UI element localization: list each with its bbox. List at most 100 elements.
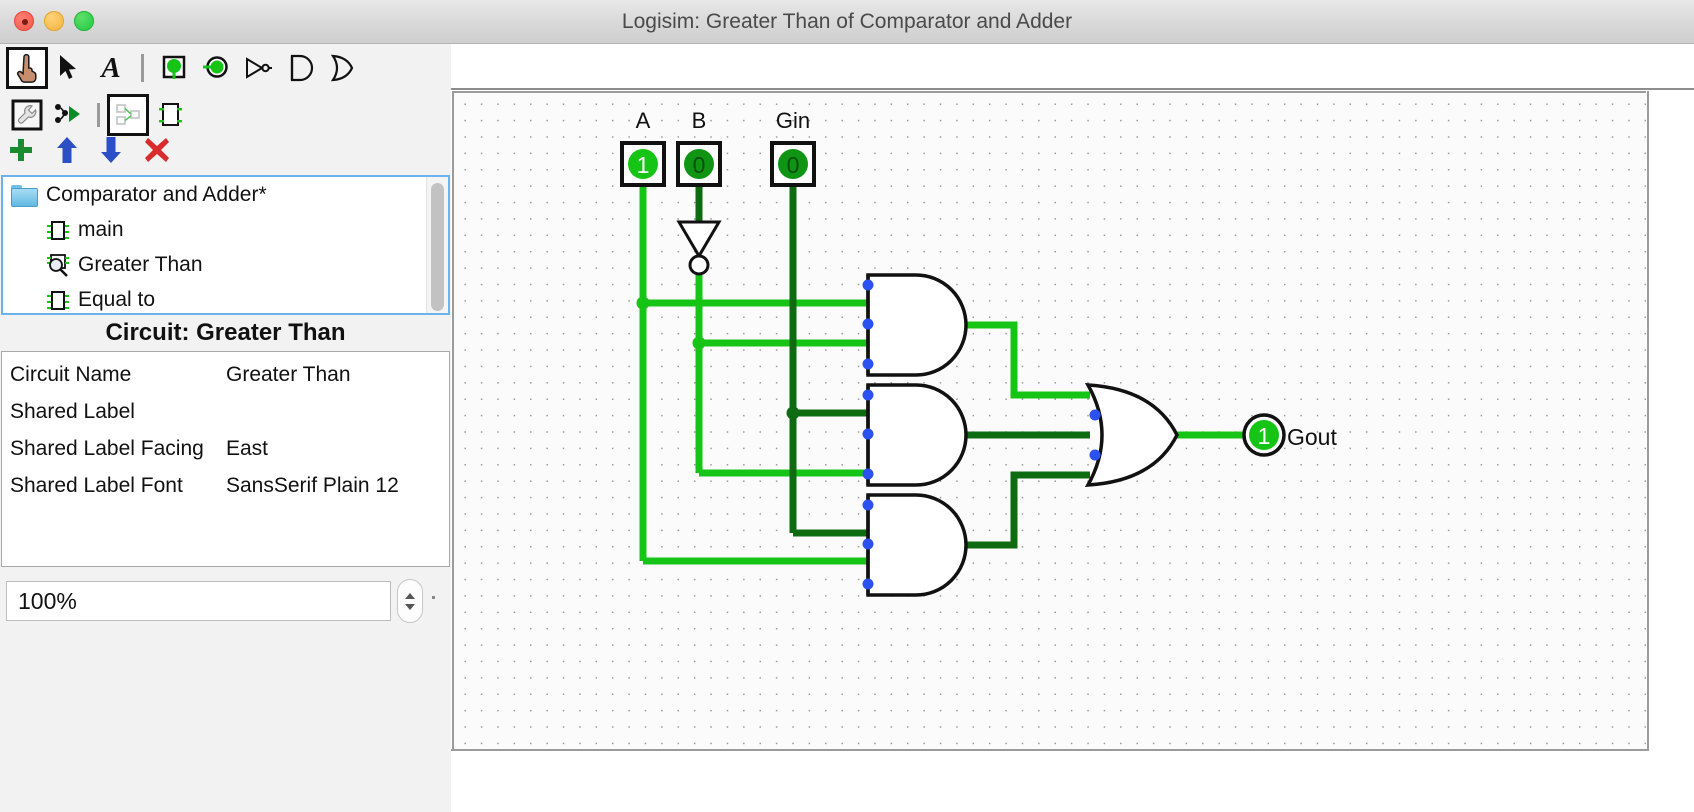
not-gate-icon	[246, 57, 272, 79]
window-titlebar: Logisim: Greater Than of Comparator and …	[0, 0, 1694, 44]
unconnected-input-dots	[1089, 409, 1101, 461]
wire-gin[interactable]	[789, 186, 868, 537]
arrow-up-icon	[57, 137, 77, 163]
toolbar-separator	[141, 54, 144, 82]
property-row[interactable]: Shared Label Font SansSerif Plain 12	[2, 467, 449, 504]
simulate-tool[interactable]	[48, 94, 90, 136]
property-row[interactable]: Shared Label Facing East	[2, 430, 449, 467]
not-gate-tool[interactable]	[237, 47, 279, 89]
property-value[interactable]: SansSerif Plain 12	[226, 474, 399, 498]
logisim-window: Logisim: Greater Than of Comparator and …	[0, 0, 1694, 812]
arrow-cursor-icon	[60, 55, 76, 79]
output-pin-tool[interactable]	[195, 47, 237, 89]
edit-tool[interactable]	[6, 94, 48, 136]
wire-and-bot-out[interactable]	[963, 471, 1090, 549]
circuit-canvas-panel: 1 A 0 B 0 Gin 1 Gout	[451, 90, 1694, 812]
move-down-button[interactable]	[100, 136, 122, 169]
and-gate-tool[interactable]	[279, 47, 321, 89]
circuit-icon	[47, 288, 69, 312]
or-gate-tool[interactable]	[321, 47, 363, 89]
input-pin-b[interactable]: 0	[676, 141, 722, 187]
pin-value-gin: 0	[787, 152, 800, 178]
circuit-icon	[47, 218, 69, 242]
canvas-bottom-border	[451, 749, 1649, 751]
explorer-scrollbar-thumb[interactable]	[431, 183, 444, 311]
property-value[interactable]: East	[226, 437, 268, 461]
toolbar-row-actions	[8, 136, 170, 169]
delete-x-icon	[145, 138, 169, 162]
zoom-input[interactable]: 100%	[6, 581, 391, 621]
pin-label-b: B	[692, 108, 707, 133]
window-title: Logisim: Greater Than of Comparator and …	[621, 10, 1073, 33]
tree-item-label: Equal to	[78, 287, 156, 311]
pin-label-gin: Gin	[776, 108, 810, 133]
tree-item-greater-than[interactable]: Greater Than	[3, 247, 428, 282]
toolbar-row-tools: A	[6, 47, 363, 89]
text-tool[interactable]: A	[90, 47, 132, 89]
and-gate-icon	[290, 54, 314, 82]
add-circuit-button[interactable]	[8, 137, 34, 168]
and-gate-top[interactable]	[862, 273, 968, 377]
tree-item-project[interactable]: Comparator and Adder*	[3, 177, 428, 212]
not-gate-b[interactable]	[676, 220, 722, 276]
pin-label-a: A	[636, 108, 651, 133]
text-a-icon: A	[101, 51, 121, 84]
tree-item-label: Comparator and Adder*	[46, 182, 267, 206]
property-key: Shared Label Facing	[10, 436, 204, 460]
pin-value-gout: 1	[1258, 423, 1271, 449]
or-gate-output[interactable]	[1084, 383, 1179, 487]
wire-a[interactable]	[639, 186, 868, 565]
tree-item-main[interactable]: main	[3, 212, 428, 247]
tree-item-label: Greater Than	[78, 252, 203, 276]
move-up-button[interactable]	[56, 136, 78, 169]
and-gate-middle[interactable]	[862, 383, 968, 487]
toolbar-separator-2	[97, 103, 100, 127]
tree-item-equal-to[interactable]: Equal to	[3, 282, 428, 313]
and-gate-bottom[interactable]	[862, 493, 968, 597]
input-pin-gin[interactable]: 0	[770, 141, 816, 187]
appearance-icon	[159, 103, 182, 126]
explorer-tree[interactable]: Comparator and Adder* main Greater Than …	[1, 175, 450, 315]
circuit-canvas[interactable]: 1 A 0 B 0 Gin 1 Gout	[452, 91, 1646, 749]
input-pin-a[interactable]: 1	[620, 141, 666, 187]
wire-and-top-out[interactable]	[963, 321, 1090, 399]
folder-icon	[11, 184, 38, 207]
input-pin-tool[interactable]	[153, 47, 195, 89]
circuit-view-icon	[116, 104, 140, 125]
property-value[interactable]: Greater Than	[226, 363, 351, 387]
input-pin-icon	[162, 55, 186, 79]
or-gate-icon	[330, 54, 354, 82]
property-key: Shared Label Font	[10, 473, 183, 497]
property-row[interactable]: Shared Label	[2, 393, 449, 430]
hand-icon	[17, 53, 37, 83]
pin-label-gout: Gout	[1287, 424, 1337, 450]
output-pin-gout[interactable]: 1	[1242, 413, 1286, 457]
chevron-up-icon[interactable]	[405, 592, 415, 599]
zoom-stepper[interactable]	[397, 579, 423, 623]
wrench-icon	[11, 99, 43, 131]
magnifier-circuit-icon	[47, 253, 69, 277]
delete-circuit-button[interactable]	[144, 137, 170, 168]
chevron-down-icon[interactable]	[405, 603, 415, 610]
zoom-marker-dot	[432, 596, 435, 599]
toolbar: A	[0, 44, 451, 177]
zoom-control: 100%	[6, 579, 423, 623]
junction-dot	[692, 336, 706, 350]
explorer-scrollbar[interactable]	[426, 177, 448, 313]
junction-dot	[786, 406, 800, 420]
property-row[interactable]: Circuit Name Greater Than	[2, 356, 449, 393]
select-tool[interactable]	[48, 47, 90, 89]
pin-value-b: 0	[693, 152, 706, 178]
arrow-down-icon	[101, 137, 121, 163]
poke-tool[interactable]	[6, 47, 48, 89]
play-beads-icon	[55, 104, 80, 123]
left-panel: A Comparator and Adder* main Greater Tha…	[0, 44, 451, 812]
pin-value-a: 1	[637, 152, 650, 178]
property-key: Shared Label	[10, 399, 135, 423]
property-key: Circuit Name	[10, 362, 132, 386]
view-circuit-tool[interactable]	[107, 94, 149, 136]
properties-header: Circuit: Greater Than	[0, 315, 451, 351]
view-appearance-tool[interactable]	[149, 94, 191, 136]
circuit-diagram: 1 A 0 B 0 Gin 1 Gout	[620, 108, 1337, 597]
properties-table: Circuit Name Greater Than Shared Label S…	[1, 351, 450, 567]
